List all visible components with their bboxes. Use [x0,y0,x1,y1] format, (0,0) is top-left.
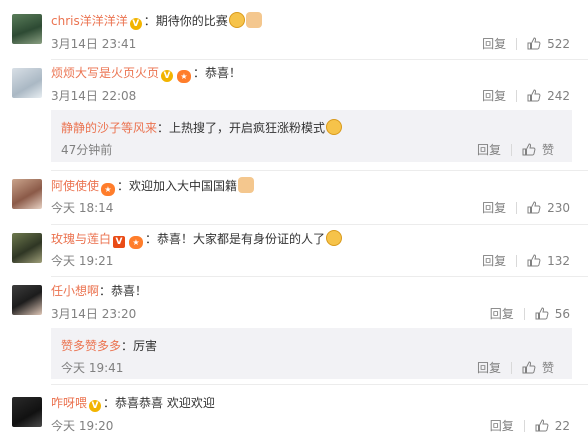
thumb-up-icon [527,89,541,102]
thumb-up-icon [535,419,549,432]
vip-badge-icon[interactable]: V [129,18,142,30]
member-badge-icon[interactable]: ★ [101,183,116,196]
reply-username[interactable]: 静静的沙子等风来 [61,121,157,135]
divider [523,419,525,432]
vip-badge-icon[interactable]: V [161,70,174,82]
divider [523,307,525,320]
comment-item: 任小想啊：恭喜！ 3月14日 23:20 回复 56 赞多赞多多：厉害 今天 1… [0,277,588,382]
vip-badge-icon[interactable]: V [113,236,126,248]
reply-button[interactable]: 回复 [490,417,514,434]
comment-item: chris洋洋洋洋 V ：期待你的比赛 3月14日 23:41 回复 522 [0,0,588,60]
thumb-up-icon [522,361,536,374]
like-button[interactable]: 230 [527,201,570,215]
reply-username[interactable]: 赞多赞多多 [61,339,121,353]
thumb-up-icon [522,143,536,156]
avatar[interactable] [12,68,42,98]
thumb-up-icon [527,37,541,50]
face-emoji-icon [228,12,245,28]
like-count: 22 [554,418,570,433]
reply-button[interactable]: 回复 [482,87,506,104]
comment-text: ：期待你的比赛 [143,14,228,28]
comment-time: 3月14日 23:20 [51,307,137,321]
like-count: 242 [547,88,570,103]
like-button[interactable]: 56 [535,307,570,321]
thumb-up-icon [535,307,549,320]
like-count: 230 [547,200,570,215]
thumb-up-icon [527,201,541,214]
avatar[interactable] [12,14,42,44]
reply-text: ：厉害 [121,339,158,353]
thumb-up-icon [527,254,541,267]
like-button[interactable]: 赞 [522,141,554,158]
face-emoji-icon [326,230,343,246]
like-button[interactable]: 132 [527,254,570,268]
reply-thread: 静静的沙子等风来：上热搜了，开启疯狂涨粉模式 47分钟前 回复 赞 [51,110,572,162]
reply-button[interactable]: 回复 [477,141,501,158]
divider [516,37,518,50]
avatar[interactable] [12,179,42,209]
comment-time: 今天 19:20 [51,419,114,433]
like-label: 赞 [541,143,554,157]
comment-text: ：恭喜！ [99,284,148,298]
laughing-emoji-icon [326,119,343,135]
avatar[interactable] [12,285,42,315]
reply-button[interactable]: 回复 [490,305,514,322]
like-count: 56 [554,306,570,321]
comment-time: 今天 18:14 [51,201,114,215]
comment-item: 玫瑰与莲白 V ★ ：恭喜！大家都是有身份证的人了 今天 19:21 回复 132 [0,225,588,277]
reply-button[interactable]: 回复 [477,359,501,376]
comment-item: 咋呀喂 V ：恭喜恭喜 欢迎欢迎 今天 19:20 回复 22 [0,385,588,446]
like-button[interactable]: 522 [527,37,570,51]
like-button[interactable]: 22 [535,419,570,433]
like-label: 赞 [541,361,554,375]
reply-time: 今天 19:41 [61,361,124,375]
like-count: 522 [547,36,570,51]
comment-time: 3月14日 22:08 [51,89,137,103]
thumb-up-emoji-icon [245,12,262,28]
reply-button[interactable]: 回复 [482,199,506,216]
username[interactable]: 阿使使使 [51,179,99,193]
comment-text: ：恭喜！ [193,66,242,80]
avatar[interactable] [12,233,42,263]
like-count: 132 [547,253,570,268]
reply-time: 47分钟前 [61,143,113,157]
member-badge-icon[interactable]: ★ [129,236,144,249]
divider [510,143,512,156]
username[interactable]: 任小想啊 [51,284,99,298]
username[interactable]: 烦烦大写是火页火页 [51,66,159,80]
reply-button[interactable]: 回复 [482,35,506,52]
reply-thread: 赞多赞多多：厉害 今天 19:41 回复 赞 [51,328,572,379]
comment-item: 阿使使使 ★ ：欢迎加入大中国国籍 今天 18:14 回复 230 [0,171,588,225]
username[interactable]: 玫瑰与莲白 [51,232,111,246]
reply-button[interactable]: 回复 [482,252,506,269]
like-button[interactable]: 赞 [522,359,554,376]
divider [516,201,518,214]
divider [510,361,512,374]
like-button[interactable]: 242 [527,89,570,103]
username[interactable]: 咋呀喂 [51,396,87,410]
rock-hand-emoji-icon [238,177,255,193]
member-badge-icon[interactable]: ★ [177,70,192,83]
comment-text: ：恭喜恭喜 欢迎欢迎 [103,396,215,410]
comment-text: ：欢迎加入大中国国籍 [117,179,238,193]
divider [516,254,518,267]
comment-time: 今天 19:21 [51,254,114,268]
comment-time: 3月14日 23:41 [51,37,137,51]
avatar[interactable] [12,397,42,427]
username[interactable]: chris洋洋洋洋 [51,14,128,28]
divider [516,89,518,102]
comment-item: 烦烦大写是火页火页 V ★ ：恭喜！ 3月14日 22:08 回复 242 静静的沙子… [0,60,588,170]
reply-text: ：上热搜了，开启疯狂涨粉模式 [157,121,326,135]
vip-badge-icon[interactable]: V [89,400,102,412]
comment-text: ：恭喜！大家都是有身份证的人了 [145,232,326,246]
